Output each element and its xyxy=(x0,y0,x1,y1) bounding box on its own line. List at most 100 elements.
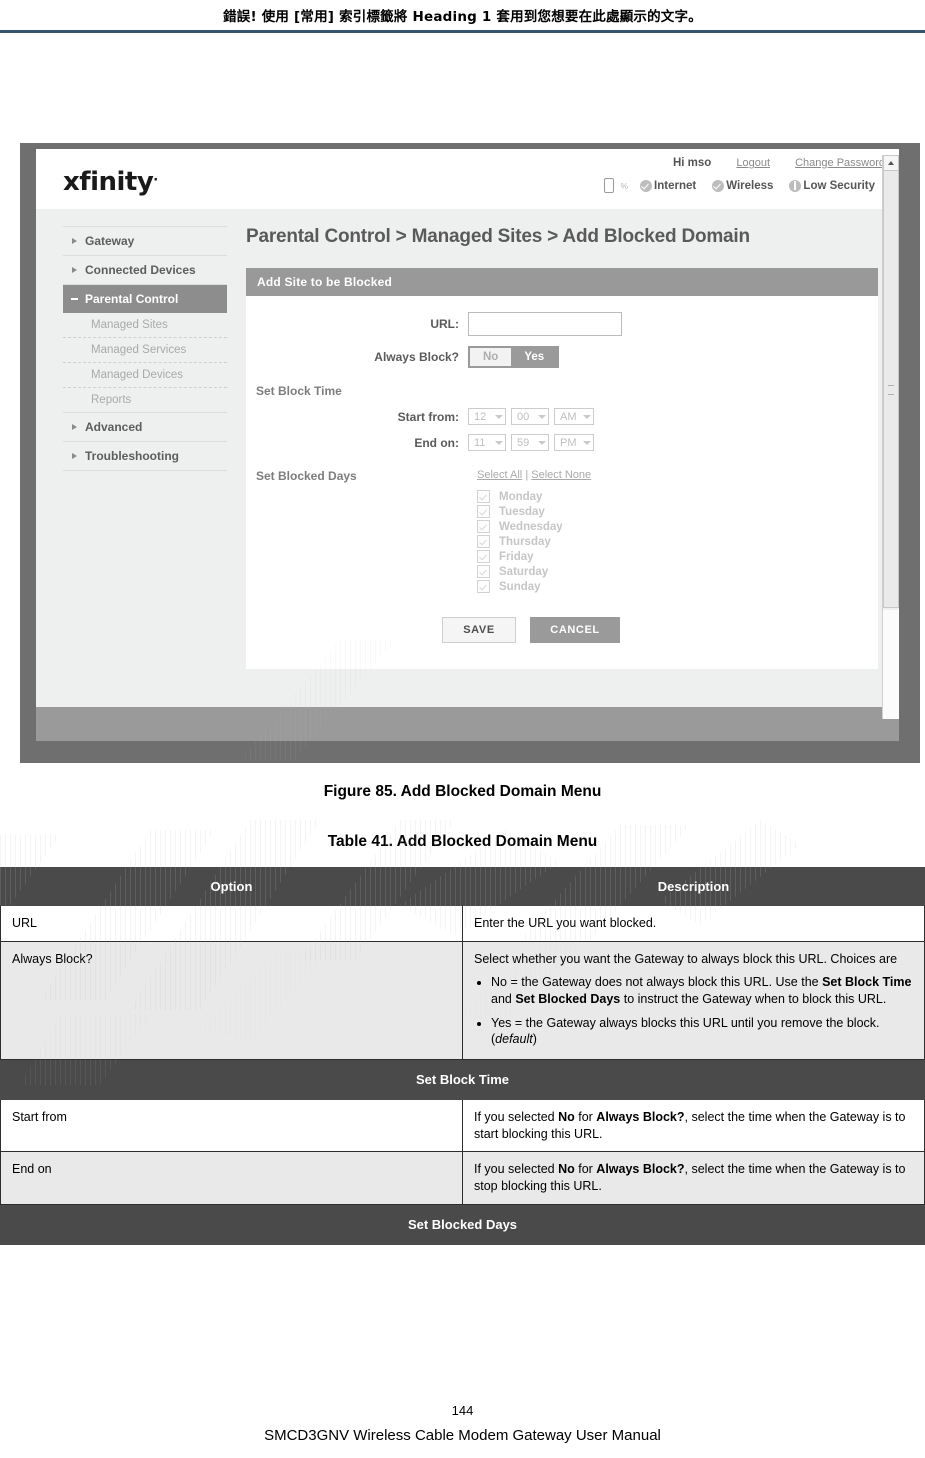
sidebar-item-label: Gateway xyxy=(85,234,135,248)
document-error-text: 錯誤! 使用 [常用] 索引標籤將 Heading 1 套用到您想要在此處顯示的… xyxy=(223,9,702,25)
site-footer: XFINITY.com customer Central User Guide xyxy=(36,707,899,741)
battery-icon xyxy=(604,178,615,193)
cell-option: End on xyxy=(0,1151,463,1205)
start-minute-select[interactable]: 00 xyxy=(511,408,549,426)
set-block-time-label: Set Block Time xyxy=(256,384,342,399)
end-hour-select[interactable]: 11 xyxy=(468,434,506,452)
table-section-row: Set Block Time xyxy=(0,1058,925,1101)
always-block-row: Always Block? No Yes xyxy=(246,346,878,369)
sidebar-item-troubleshooting[interactable]: Troubleshooting xyxy=(63,442,227,471)
check-circle-icon xyxy=(712,179,725,192)
sidebar-item-label: Troubleshooting xyxy=(85,449,179,463)
table-caption: Table 41. Add Blocked Domain Menu xyxy=(327,833,598,850)
sidebar-item-gateway[interactable]: Gateway xyxy=(63,226,227,256)
cell-description-text: Select whether you want the Gateway to a… xyxy=(474,951,898,966)
toggle-option-yes[interactable]: Yes xyxy=(511,348,558,367)
url-input[interactable] xyxy=(468,312,622,337)
figure-screenshot: xfinity. Hi mso Logout Change Password %… xyxy=(0,59,925,771)
day-row-sunday[interactable]: Sunday xyxy=(477,579,878,594)
cancel-button[interactable]: CANCEL xyxy=(530,617,620,644)
always-block-toggle[interactable]: No Yes xyxy=(468,346,560,369)
xfinity-logo-text: xfinity xyxy=(63,167,154,197)
sidebar-gateway-row[interactable]: Gateway xyxy=(63,227,227,256)
scroll-up-arrow-icon[interactable] xyxy=(883,155,899,171)
end-meridiem-select[interactable]: PM xyxy=(554,434,594,452)
brand-bar: xfinity. Hi mso Logout Change Password %… xyxy=(36,149,899,209)
cell-description: Select whether you want the Gateway to a… xyxy=(462,940,925,1060)
chevron-down-icon xyxy=(582,440,591,445)
choices-list: No = the Gateway does not always block t… xyxy=(474,974,913,1048)
header-divider xyxy=(0,30,925,33)
manual-title: SMCD3GNV Wireless Cable Modem Gateway Us… xyxy=(264,1427,661,1444)
day-row-monday[interactable]: Monday xyxy=(477,489,878,504)
save-button[interactable]: SAVE xyxy=(442,617,516,644)
start-hour-value: 12 xyxy=(474,410,487,423)
start-hour-select[interactable]: 12 xyxy=(468,408,506,426)
day-row-thursday[interactable]: Thursday xyxy=(477,534,878,549)
options-table: Option Description URL Enter the URL you… xyxy=(0,867,925,1245)
document-error-header: 錯誤! 使用 [常用] 索引標籤將 Heading 1 套用到您想要在此處顯示的… xyxy=(0,0,925,30)
url-label: URL: xyxy=(430,317,459,332)
chevron-down-icon xyxy=(495,414,503,419)
form-actions: SAVE CANCEL xyxy=(442,617,878,644)
checkbox-friday[interactable] xyxy=(477,550,490,564)
status-security-label: Low Security xyxy=(803,179,875,192)
end-minute-value: 59 xyxy=(517,436,530,449)
checkbox-wednesday[interactable] xyxy=(477,520,490,534)
day-row-wednesday[interactable]: Wednesday xyxy=(477,519,878,534)
logout-link[interactable]: Logout xyxy=(736,157,770,169)
cell-description: If you selected No for Always Block?, se… xyxy=(462,1151,925,1205)
scrollbar-thumb[interactable] xyxy=(883,170,899,608)
day-label: Sunday xyxy=(499,580,541,593)
sidebar-item-connected-devices[interactable]: Connected Devices xyxy=(63,256,227,285)
end-hour-value: 11 xyxy=(474,436,486,449)
checkbox-saturday[interactable] xyxy=(477,565,490,579)
chevron-down-icon xyxy=(582,414,591,419)
figure-caption: Figure 85. Add Blocked Domain Menu xyxy=(323,783,602,800)
table-row: End on If you selected No for Always Blo… xyxy=(0,1151,925,1205)
day-row-tuesday[interactable]: Tuesday xyxy=(477,504,878,519)
table-section-row: Set Blocked Days xyxy=(0,1203,925,1245)
main-content: Parental Control > Managed Sites > Add B… xyxy=(241,221,887,707)
vertical-scrollbar[interactable] xyxy=(882,155,899,719)
toggle-option-no[interactable]: No xyxy=(470,348,512,367)
day-row-saturday[interactable]: Saturday xyxy=(477,564,878,579)
day-label: Tuesday xyxy=(499,505,545,518)
sidebar-nav: Gateway Connected Devices Parental Contr… xyxy=(63,226,227,471)
chevron-right-icon xyxy=(72,266,77,273)
sidebar-item-managed-services[interactable]: Managed Services xyxy=(63,338,227,363)
account-links: Hi mso Logout Change Password xyxy=(673,157,885,169)
start-meridiem-select[interactable]: AM xyxy=(554,408,594,426)
cell-option: URL xyxy=(0,905,463,942)
xfinity-logo: xfinity. xyxy=(63,167,158,197)
sidebar-item-label: Parental Control xyxy=(85,292,179,306)
day-label: Friday xyxy=(499,550,534,563)
checkbox-thursday[interactable] xyxy=(477,535,490,549)
browser-frame: xfinity. Hi mso Logout Change Password %… xyxy=(20,143,920,763)
page-number: 144 xyxy=(451,1403,474,1418)
sidebar-item-advanced[interactable]: Advanced xyxy=(63,413,227,442)
sidebar-item-managed-devices[interactable]: Managed Devices xyxy=(63,363,227,388)
section-label: Set Block Time xyxy=(0,1058,925,1101)
day-select-links: Select All | Select None xyxy=(477,469,878,481)
check-circle-icon xyxy=(640,179,653,192)
panel-header: Add Site to be Blocked xyxy=(246,268,878,297)
checkbox-tuesday[interactable] xyxy=(477,505,490,519)
day-label: Thursday xyxy=(499,535,551,548)
select-separator: | xyxy=(525,469,529,482)
select-all-link[interactable]: Select All xyxy=(477,469,522,481)
cell-option: Start from xyxy=(0,1099,463,1153)
end-minute-select[interactable]: 59 xyxy=(511,434,549,452)
chevron-down-icon xyxy=(538,440,546,445)
sidebar-item-managed-sites[interactable]: Managed Sites xyxy=(63,313,227,338)
sidebar-item-parental-control[interactable]: Parental Control xyxy=(63,285,227,313)
scrollbar-track[interactable] xyxy=(883,610,899,719)
day-row-friday[interactable]: Friday xyxy=(477,549,878,564)
sidebar-item-reports[interactable]: Reports xyxy=(63,388,227,413)
checkbox-monday[interactable] xyxy=(477,490,490,504)
checkbox-sunday[interactable] xyxy=(477,580,490,594)
select-none-link[interactable]: Select None xyxy=(531,469,591,481)
change-password-link[interactable]: Change Password xyxy=(795,157,885,169)
battery-percent-label: % xyxy=(620,180,629,191)
column-header-option: Option xyxy=(0,867,463,906)
